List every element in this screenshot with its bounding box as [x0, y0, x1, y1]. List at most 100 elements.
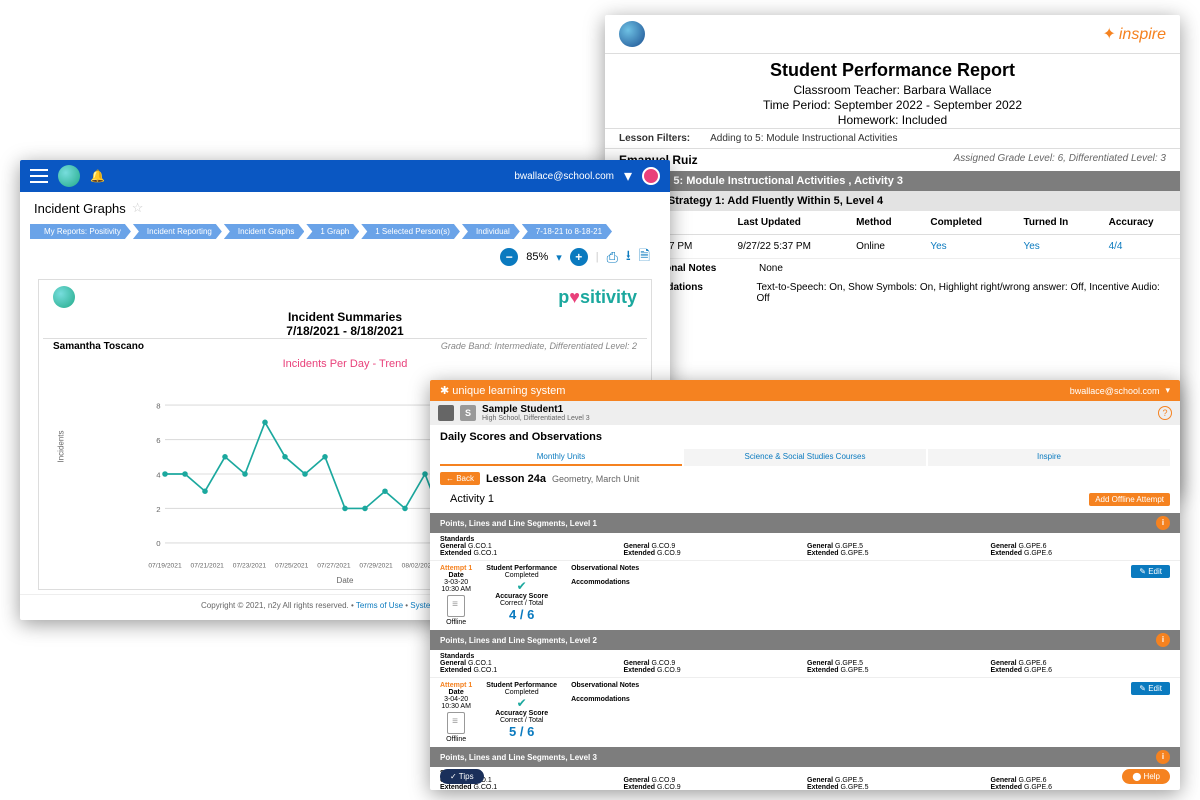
student-level: High School, Differentiated Level 3 — [482, 415, 590, 422]
zoom-in-button[interactable]: + — [570, 248, 588, 266]
svg-text:8: 8 — [156, 401, 160, 410]
zoom-out-button[interactable]: − — [500, 248, 518, 266]
chevron-down-icon[interactable]: ▾ — [624, 166, 632, 186]
edit-button[interactable]: ✎ Edit — [1131, 682, 1170, 695]
chevron-down-icon[interactable]: ▾ — [556, 251, 562, 264]
chevron-down-icon[interactable]: ▾ — [1165, 385, 1170, 396]
user-icon — [438, 405, 454, 421]
download-icon[interactable]: ⭳ — [626, 245, 631, 269]
standards-row: StandardsGeneral G.CO.1Extended G.CO.1Ge… — [430, 650, 1180, 677]
col-turned-in: Turned In — [1009, 211, 1094, 235]
svg-text:07/25/2021: 07/25/2021 — [275, 562, 309, 569]
table-row: 9/27/22 5:37 PM 9/27/22 5:37 PM Online Y… — [605, 235, 1180, 259]
document-icon[interactable]: 🗎 — [639, 245, 650, 269]
lesson-row: ← Back Lesson 24a Geometry, March Unit — [430, 466, 1180, 491]
positivity-brand: p♥sitivity — [558, 287, 637, 308]
copyright: Copyright © 2021, n2y All rights reserve… — [201, 601, 356, 610]
standards-row: StandardsGeneral G.CO.1Extended G.CO.1Ge… — [430, 767, 1180, 790]
user-email[interactable]: bwallace@school.com — [1070, 386, 1160, 396]
svg-text:07/27/2021: 07/27/2021 — [317, 562, 351, 569]
svg-text:2: 2 — [156, 505, 160, 514]
svg-text:0: 0 — [156, 539, 161, 548]
obs-notes-row: Observational Notes None — [605, 259, 1180, 278]
teacher-line: Classroom Teacher: Barbara Wallace — [605, 83, 1180, 97]
breadcrumb-item[interactable]: 7-18-21 to 8-18-21 — [522, 224, 612, 239]
breadcrumb-item[interactable]: Individual — [462, 224, 520, 239]
terms-link[interactable]: Terms of Use — [356, 601, 403, 610]
col-completed: Completed — [916, 211, 1009, 235]
tab-science[interactable]: Science & Social Studies Courses — [684, 449, 926, 466]
breadcrumb-item[interactable]: My Reports: Positivity — [30, 224, 131, 239]
breadcrumb-item[interactable]: Incident Graphs — [224, 224, 304, 239]
toolbar: − 85% ▾ + | ⎙ ⭳ 🗎 — [20, 239, 670, 275]
help-icon[interactable]: ? — [1158, 406, 1172, 420]
breadcrumb-item[interactable]: 1 Graph — [306, 224, 359, 239]
n2y-logo — [619, 21, 645, 47]
help-button[interactable]: ⬤ Help — [1122, 769, 1170, 784]
student-badge: S — [460, 405, 476, 421]
lesson-name: Lesson 24a — [486, 473, 546, 485]
student-header: S Sample Student1 High School, Different… — [430, 401, 1180, 425]
info-icon[interactable]: i — [1156, 516, 1170, 530]
section-title: Daily Scores and Observations — [430, 425, 1180, 449]
unique-scores-window: unique learning system bwallace@school.c… — [430, 380, 1180, 790]
level-bar[interactable]: Points, Lines and Line Segments, Level 2… — [430, 630, 1180, 650]
info-icon[interactable]: i — [1156, 633, 1170, 647]
tab-inspire[interactable]: Inspire — [928, 449, 1170, 466]
user-email[interactable]: bwallace@school.com — [514, 171, 614, 182]
breadcrumb: My Reports: PositivityIncident Reporting… — [20, 224, 670, 239]
student-row: Samantha Toscano Grade Band: Intermediat… — [43, 338, 647, 354]
student-name: Sample Student1 — [482, 404, 590, 415]
col-method: Method — [842, 211, 916, 235]
breadcrumb-item[interactable]: 1 Selected Person(s) — [361, 224, 460, 239]
obs-value: None — [759, 263, 783, 274]
filters-label: Lesson Filters: — [619, 133, 690, 144]
tab-monthly[interactable]: Monthly Units — [440, 449, 682, 466]
standards-row: StandardsGeneral G.CO.1Extended G.CO.1Ge… — [430, 533, 1180, 560]
hamburger-icon[interactable] — [30, 169, 48, 183]
tab-row: Monthly Units Science & Social Studies C… — [430, 449, 1180, 466]
app-logo[interactable] — [58, 165, 80, 187]
lesson-subtitle: Geometry, March Unit — [552, 474, 639, 484]
table-header-row: Start Date Last Updated Method Completed… — [605, 211, 1180, 235]
homework-line: Homework: Included — [605, 113, 1180, 127]
tips-button[interactable]: ✓ Tips — [440, 769, 484, 784]
back-button[interactable]: ← Back — [440, 472, 480, 485]
strategy-bar: Practice, Strategy 1: Add Fluently Withi… — [605, 191, 1180, 211]
bell-icon[interactable]: 🔔 — [90, 169, 105, 183]
info-icon[interactable]: i — [1156, 750, 1170, 764]
breadcrumb-item[interactable]: Incident Reporting — [133, 224, 222, 239]
document-icon — [447, 595, 465, 617]
unique-brand: unique learning system — [440, 384, 565, 397]
check-icon: ✔ — [486, 579, 557, 593]
attempt-performance: Student PerformanceCompleted✔Accuracy Sc… — [486, 565, 557, 626]
app-bar: 🔔 bwallace@school.com ▾ — [20, 160, 670, 192]
page-title: Incident Graphs — [34, 201, 126, 216]
n2y-logo — [53, 286, 75, 308]
cell-accuracy[interactable]: 4/4 — [1095, 235, 1180, 259]
cell-completed[interactable]: Yes — [916, 235, 1009, 259]
edit-button[interactable]: ✎ Edit — [1131, 565, 1170, 578]
report-title: Incident Summaries — [43, 310, 647, 324]
chart-title: Incidents Per Day - Trend — [43, 358, 647, 370]
level-bar[interactable]: Points, Lines and Line Segments, Level 1… — [430, 513, 1180, 533]
attempt-date: Attempt 1Date3-04-2010:30 AMOffline — [440, 682, 472, 743]
period-line: Time Period: September 2022 - September … — [605, 98, 1180, 112]
cell-updated: 9/27/22 5:37 PM — [724, 235, 843, 259]
grade-level: Assigned Grade Level: 6, Differentiated … — [954, 153, 1166, 167]
svg-text:07/21/2021: 07/21/2021 — [191, 562, 225, 569]
cell-turned-in[interactable]: Yes — [1009, 235, 1094, 259]
favorite-star-icon[interactable]: ☆ — [132, 200, 144, 216]
document-icon — [447, 712, 465, 734]
activity-row: Activity 1 Add Offline Attempt — [430, 491, 1180, 513]
report-dates: 7/18/2021 - 8/18/2021 — [43, 324, 647, 338]
accom-value: Text-to-Speech: On, Show Symbols: On, Hi… — [756, 282, 1166, 304]
level-bar[interactable]: Points, Lines and Line Segments, Level 3… — [430, 747, 1180, 767]
add-offline-button[interactable]: Add Offline Attempt — [1089, 493, 1170, 506]
print-icon[interactable]: ⎙ — [607, 249, 618, 266]
profile-avatar[interactable] — [642, 167, 660, 185]
svg-text:07/23/2021: 07/23/2021 — [233, 562, 267, 569]
report-header: p♥sitivity — [43, 284, 647, 310]
inspire-brand: inspire — [1102, 24, 1166, 44]
attempt-date: Attempt 1Date3-03-2010:30 AMOffline — [440, 565, 472, 626]
